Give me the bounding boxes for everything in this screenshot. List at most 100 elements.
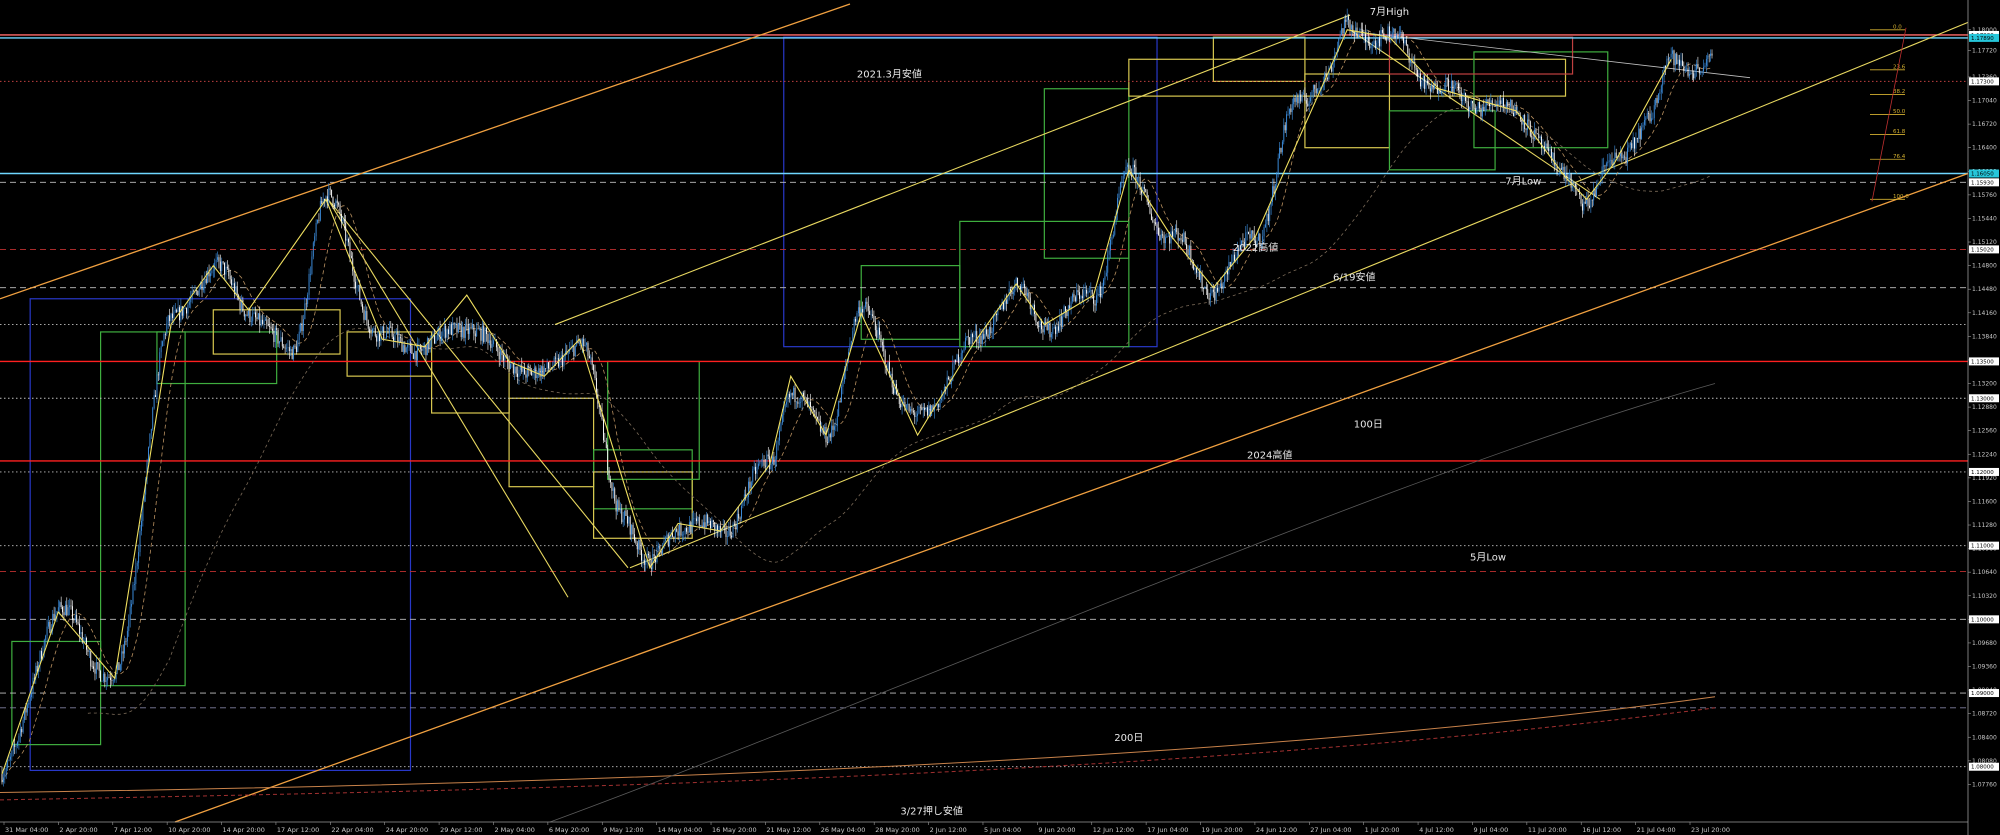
candle-body — [877, 327, 879, 338]
candle-body — [1180, 238, 1182, 241]
candle-body — [718, 525, 720, 531]
candle-body — [314, 236, 316, 243]
candle-body — [104, 673, 106, 682]
candle-body — [1101, 286, 1103, 298]
candle-body — [1069, 305, 1071, 309]
candle-body — [1286, 114, 1288, 131]
candle-body — [219, 261, 221, 272]
candle-body — [1615, 152, 1617, 158]
candle-body — [236, 286, 238, 296]
candle-body — [774, 459, 776, 465]
candle-body — [1583, 201, 1585, 211]
candle-body — [705, 514, 707, 528]
candle-body — [1535, 129, 1537, 134]
candle-body — [205, 278, 207, 283]
candle-body — [1650, 118, 1652, 122]
candle-body — [467, 324, 469, 334]
candle-body — [97, 662, 99, 664]
candle-body — [1010, 289, 1011, 291]
candle-body — [834, 426, 835, 430]
candle-body — [1327, 78, 1328, 80]
chart-annotation: 3/27押し安値 — [900, 805, 962, 818]
fib-level-label: 38.2 — [1893, 89, 1905, 95]
candle-body — [135, 566, 137, 585]
candle-body — [1652, 117, 1654, 119]
candle-body — [486, 327, 487, 335]
candle-body — [735, 524, 737, 530]
price-chart-svg[interactable]: 0.0 23.6 38.2 50.0 61.8 76.4 100.0 7月High 2021.… — [0, 0, 2000, 835]
candle-body — [850, 341, 852, 344]
candle-body — [266, 319, 268, 325]
chart-annotation: 7月High — [1370, 6, 1409, 18]
candle-body — [965, 337, 966, 349]
candle-body — [1170, 231, 1172, 244]
candle-body — [1703, 67, 1704, 72]
candle-body — [1686, 68, 1688, 70]
candle-body — [641, 550, 642, 561]
candle-body — [677, 531, 679, 536]
candle-body — [329, 188, 331, 190]
candle-body — [1149, 204, 1151, 214]
candle-body — [941, 397, 942, 400]
candle-body — [419, 344, 421, 350]
candle-body — [1655, 98, 1657, 106]
candle-body — [321, 201, 323, 205]
candle-body — [1174, 228, 1176, 233]
candle-body — [1055, 326, 1057, 334]
candle-body — [549, 368, 551, 370]
candle-body — [76, 614, 78, 623]
candle-body — [1083, 290, 1085, 299]
candle-body — [926, 407, 928, 416]
candle-body — [1074, 297, 1076, 301]
candle-body — [1448, 79, 1450, 92]
candle-body — [302, 319, 304, 331]
candle-body — [305, 303, 307, 305]
candle-body — [593, 365, 595, 371]
candle-body — [748, 481, 749, 498]
candle-body — [1305, 100, 1307, 104]
candle-body — [1096, 295, 1097, 306]
time-tick-label: 16 Jul 12:00 — [1582, 826, 1621, 834]
candle-body — [273, 330, 275, 342]
trading-chart[interactable]: 0.0 23.6 38.2 50.0 61.8 76.4 100.0 7月High 2021.… — [0, 0, 2000, 835]
candle-body — [374, 328, 376, 336]
candle-body — [484, 327, 486, 342]
candle-body — [1283, 125, 1285, 142]
candle-body — [548, 362, 549, 369]
candle-body — [1046, 324, 1048, 330]
candle-body — [1348, 16, 1350, 20]
candle-body — [218, 257, 220, 262]
candle-body — [1596, 186, 1597, 196]
candle-body — [532, 372, 534, 376]
candle-body — [71, 606, 73, 620]
candle-body — [1203, 288, 1204, 289]
candle-body — [188, 302, 190, 305]
candle-body — [584, 345, 586, 347]
candle-body — [1394, 28, 1396, 38]
candle-body — [1572, 186, 1574, 188]
candle-body — [397, 332, 399, 343]
candle-body — [1148, 201, 1150, 205]
candle-body — [436, 334, 438, 341]
candle-body — [664, 537, 666, 542]
candle-body — [1483, 107, 1485, 112]
candle-body — [1562, 166, 1564, 170]
candle-body — [666, 534, 668, 538]
candle-body — [1317, 88, 1319, 94]
candle-body — [225, 266, 227, 275]
candle-body — [1683, 65, 1685, 72]
candle-body — [711, 520, 713, 529]
candle-body — [18, 735, 20, 742]
candle-body — [1453, 85, 1455, 94]
candle-body — [1097, 293, 1099, 296]
candle-body — [828, 434, 830, 443]
candle-body — [201, 282, 203, 291]
candle-body — [40, 651, 42, 659]
candle-body — [79, 623, 80, 634]
candle-body — [1059, 316, 1061, 331]
candle-body — [579, 343, 580, 344]
candle-body — [1026, 292, 1028, 296]
candle-body — [542, 366, 544, 376]
candle-body — [1156, 224, 1158, 228]
time-tick-label: 4 Jul 12:00 — [1419, 826, 1454, 834]
